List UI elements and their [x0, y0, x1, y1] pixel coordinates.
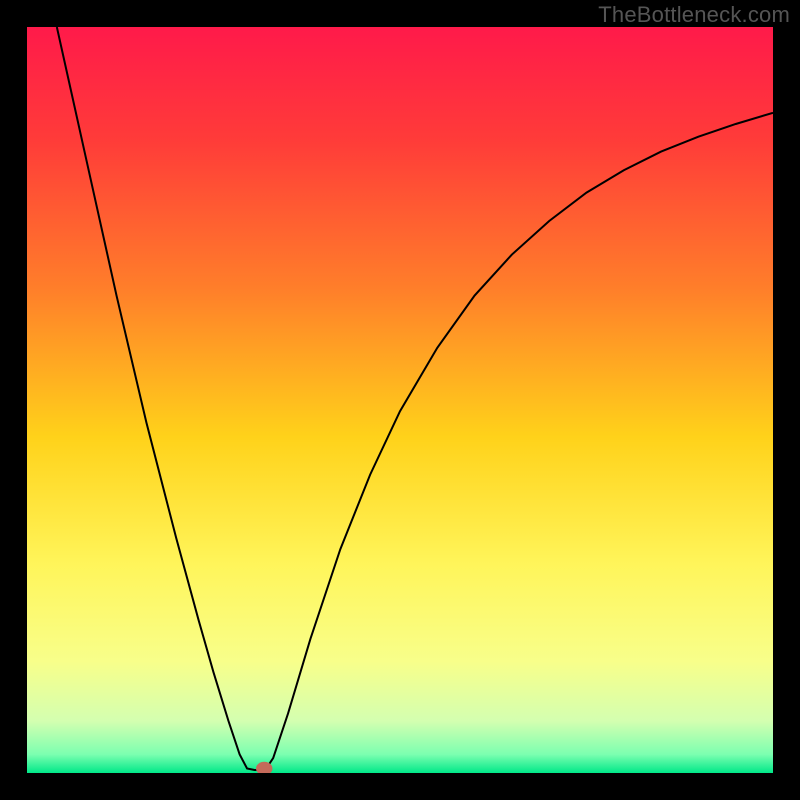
chart-frame: TheBottleneck.com: [0, 0, 800, 800]
chart-background: [27, 27, 773, 773]
plot-area: [27, 27, 773, 773]
chart-svg: [27, 27, 773, 773]
watermark-text: TheBottleneck.com: [598, 2, 790, 28]
